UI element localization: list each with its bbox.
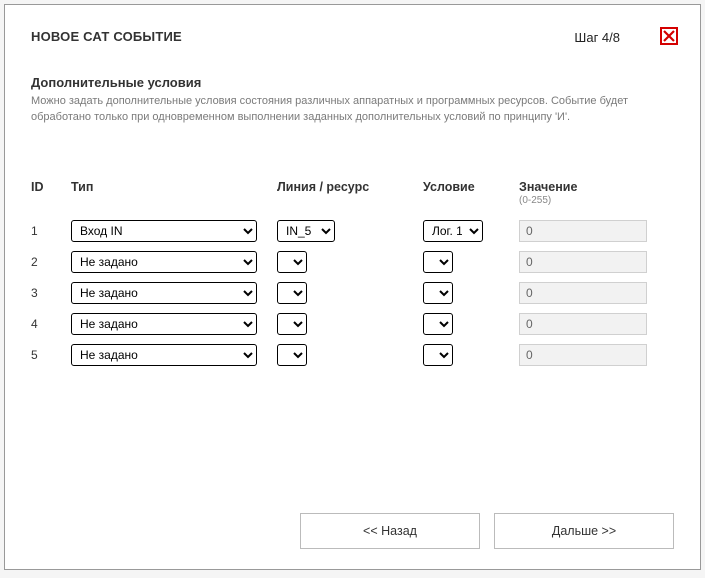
step-indicator: Шаг 4/8 bbox=[574, 30, 620, 45]
dialog-title: НОВОЕ САТ СОБЫТИЕ bbox=[31, 29, 182, 44]
value-input[interactable] bbox=[519, 220, 647, 242]
condition-select[interactable] bbox=[423, 344, 453, 366]
condition-select[interactable]: Лог. 1 bbox=[423, 220, 483, 242]
value-input[interactable] bbox=[519, 344, 647, 366]
conditions-table: ID Тип Линия / ресурс Условие Значение (… bbox=[31, 180, 674, 366]
cell-id: 2 bbox=[31, 255, 71, 269]
dialog-footer: << Назад Дальше >> bbox=[300, 513, 674, 549]
cell-id: 3 bbox=[31, 286, 71, 300]
line-select[interactable] bbox=[277, 344, 307, 366]
table-row: 1Вход IN IN_5 Лог. 1 bbox=[31, 220, 674, 242]
back-button[interactable]: << Назад bbox=[300, 513, 480, 549]
close-icon[interactable] bbox=[660, 27, 678, 45]
col-header-line: Линия / ресурс bbox=[277, 180, 423, 194]
cell-id: 4 bbox=[31, 317, 71, 331]
type-select[interactable]: Не задано bbox=[71, 282, 257, 304]
line-select[interactable] bbox=[277, 251, 307, 273]
col-header-type: Тип bbox=[71, 180, 277, 194]
cell-id: 5 bbox=[31, 348, 71, 362]
col-header-value: Значение (0-255) bbox=[519, 180, 659, 206]
condition-select[interactable] bbox=[423, 313, 453, 335]
table-header: ID Тип Линия / ресурс Условие Значение (… bbox=[31, 180, 674, 206]
dialog-header: НОВОЕ САТ СОБЫТИЕ Шаг 4/8 bbox=[31, 29, 674, 45]
line-select[interactable] bbox=[277, 313, 307, 335]
next-button[interactable]: Дальше >> bbox=[494, 513, 674, 549]
condition-select[interactable] bbox=[423, 251, 453, 273]
value-input[interactable] bbox=[519, 251, 647, 273]
type-select[interactable]: Не задано bbox=[71, 313, 257, 335]
x-icon bbox=[663, 30, 675, 42]
line-select[interactable]: IN_5 bbox=[277, 220, 335, 242]
table-row: 4Не задано bbox=[31, 313, 674, 335]
line-select[interactable] bbox=[277, 282, 307, 304]
section: Дополнительные условия Можно задать допо… bbox=[31, 75, 674, 126]
cell-id: 1 bbox=[31, 224, 71, 238]
col-header-value-range: (0-255) bbox=[519, 195, 659, 206]
dialog: НОВОЕ САТ СОБЫТИЕ Шаг 4/8 Дополнительные… bbox=[4, 4, 701, 570]
col-header-cond: Условие bbox=[423, 180, 519, 194]
value-input[interactable] bbox=[519, 282, 647, 304]
value-input[interactable] bbox=[519, 313, 647, 335]
type-select[interactable]: Вход IN bbox=[71, 220, 257, 242]
condition-select[interactable] bbox=[423, 282, 453, 304]
section-description: Можно задать дополнительные условия сост… bbox=[31, 94, 671, 126]
section-title: Дополнительные условия bbox=[31, 75, 674, 90]
table-row: 3Не задано bbox=[31, 282, 674, 304]
col-header-value-label: Значение bbox=[519, 180, 577, 194]
table-row: 2Не задано bbox=[31, 251, 674, 273]
type-select[interactable]: Не задано bbox=[71, 344, 257, 366]
col-header-id: ID bbox=[31, 180, 71, 194]
type-select[interactable]: Не задано bbox=[71, 251, 257, 273]
table-row: 5Не задано bbox=[31, 344, 674, 366]
